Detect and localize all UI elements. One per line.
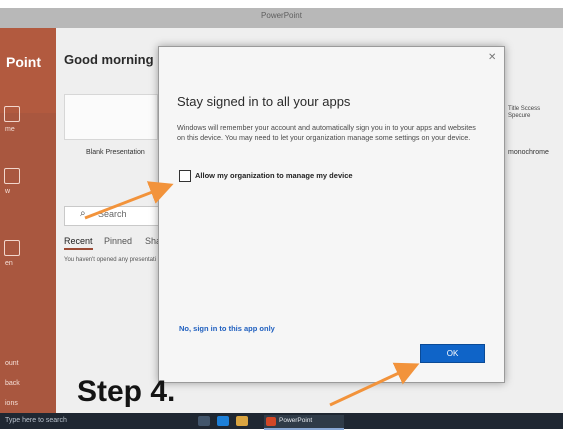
taskbar-powerpoint-label: PowerPoint	[279, 417, 313, 424]
tab-recent[interactable]: Recent	[64, 236, 93, 250]
rail-label-open: en	[5, 260, 13, 267]
powerpoint-titlebar: PowerPoint	[0, 8, 563, 28]
template-label-1: Title Sccess Specure	[508, 106, 541, 119]
rail-header	[0, 28, 56, 113]
blank-presentation-thumbnail[interactable]	[64, 94, 158, 140]
rail-label-feedback[interactable]: back	[5, 380, 20, 387]
file-explorer-icon[interactable]	[236, 416, 248, 426]
rail-label-new: w	[5, 188, 11, 195]
open-icon[interactable]	[4, 240, 20, 256]
rail-label-options[interactable]: ions	[5, 400, 18, 407]
blank-presentation-label: Blank Presentation	[86, 149, 145, 156]
left-rail: Point me w en ount back ions	[0, 28, 56, 421]
allow-organization-checkbox[interactable]	[179, 170, 191, 182]
ok-button[interactable]: OK	[420, 344, 485, 363]
template-label-2: monochrome	[508, 149, 549, 156]
task-view-icon[interactable]	[198, 416, 210, 426]
home-icon[interactable]	[4, 106, 20, 122]
allow-organization-label[interactable]: Allow my organization to manage my devic…	[195, 171, 353, 180]
window-title: PowerPoint	[261, 11, 302, 20]
recent-empty-text: You haven't opened any presentati	[64, 257, 156, 263]
close-icon[interactable]: ✕	[488, 52, 496, 63]
rail-label-account[interactable]: ount	[5, 360, 19, 367]
greeting-heading: Good morning	[64, 52, 154, 67]
dialog-body: Windows will remember your account and a…	[177, 123, 476, 142]
step-label: Step 4.	[77, 375, 176, 408]
photo-frame-top	[0, 0, 563, 8]
search-placeholder: Search	[98, 209, 127, 219]
powerpoint-app-icon	[266, 417, 276, 426]
edge-icon[interactable]	[217, 416, 229, 426]
brand-label: Point	[6, 54, 41, 70]
search-icon: ⌕	[80, 208, 86, 219]
rail-label-home: me	[5, 126, 15, 133]
sign-in-this-app-only-link[interactable]: No, sign in to this app only	[179, 324, 275, 333]
taskbar-search[interactable]: Type here to search	[5, 417, 67, 424]
tab-pinned[interactable]: Pinned	[104, 236, 132, 246]
new-icon[interactable]	[4, 168, 20, 184]
dialog-title: Stay signed in to all your apps	[177, 94, 351, 109]
